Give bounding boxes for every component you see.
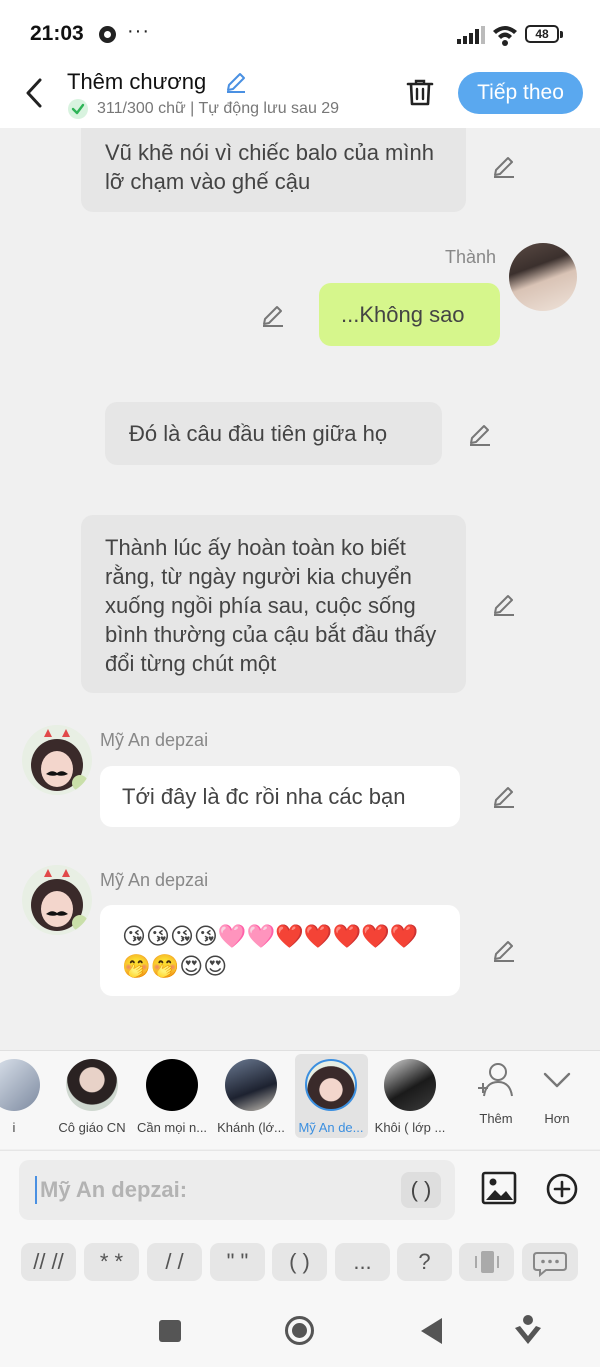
character-item[interactable]: Cô giáo CN	[56, 1057, 128, 1135]
avatar	[0, 1059, 40, 1111]
edit-message-icon[interactable]	[491, 153, 517, 179]
avatar	[225, 1059, 277, 1111]
edit-message-icon[interactable]	[491, 937, 517, 963]
quick-key[interactable]: ( )	[272, 1243, 327, 1281]
quick-key[interactable]: ?	[397, 1243, 452, 1281]
nav-back-icon[interactable]	[418, 1316, 444, 1346]
home-button[interactable]	[284, 1315, 315, 1346]
avatar[interactable]	[22, 865, 92, 935]
character-item[interactable]: i	[0, 1057, 50, 1135]
page-title: Thêm chương	[67, 69, 207, 94]
speaker-name: Mỹ An depzai	[100, 730, 209, 750]
next-button[interactable]: Tiếp theo	[458, 72, 583, 114]
character-label: Mỹ An de...	[298, 1120, 364, 1135]
signal-icon	[457, 26, 485, 44]
edit-message-icon[interactable]	[467, 421, 493, 447]
chrome-notification-icon	[99, 26, 116, 43]
avatar[interactable]	[22, 725, 92, 795]
quick-key[interactable]: / /	[147, 1243, 202, 1281]
phone-vibrate-icon	[475, 1251, 499, 1273]
speaker-name: Mỹ An depzai	[100, 870, 209, 890]
edit-message-icon[interactable]	[491, 783, 517, 809]
character-item-selected[interactable]: Mỹ An de...	[295, 1057, 367, 1135]
phone-key[interactable]	[459, 1243, 514, 1281]
add-character-button[interactable]: Thêm	[473, 1060, 519, 1126]
wifi-icon	[493, 26, 517, 46]
speaker-name: Thành	[445, 247, 497, 267]
character-label: Khôi ( lớp ...	[374, 1120, 446, 1135]
chevron-down-icon	[543, 1072, 571, 1088]
narration-bubble[interactable]: Đó là câu đầu tiên giữa họ	[105, 402, 442, 465]
character-message-bubble[interactable]: Tới đây là đc rồi nha các bạn	[100, 766, 460, 827]
parenthesis-button[interactable]: ( )	[401, 1172, 441, 1208]
add-person-icon	[478, 1063, 513, 1097]
add-character-label: Thêm	[479, 1111, 513, 1126]
battery-tip	[560, 31, 563, 38]
character-item[interactable]: Khánh (lớ...	[215, 1057, 287, 1135]
avatar	[384, 1059, 436, 1111]
edit-message-icon[interactable]	[260, 302, 286, 328]
status-time: 21:03	[30, 22, 84, 45]
own-message-bubble[interactable]: ...Không sao	[319, 283, 500, 346]
recents-button[interactable]	[159, 1320, 181, 1342]
character-label: i	[12, 1120, 16, 1135]
character-message-bubble[interactable]: 😘😘😘😘🩷🩷❤️❤️❤️❤️❤️🤭🤭😍😍	[100, 905, 460, 996]
more-notifications-icon: ···	[127, 20, 150, 42]
character-label: Khánh (lớ...	[217, 1120, 285, 1135]
avatar[interactable]	[509, 243, 577, 311]
narration-bubble[interactable]: Vũ khẽ nói vì chiếc balo của mình lỡ chạ…	[81, 128, 466, 212]
character-label: Cần mọi n...	[136, 1120, 208, 1135]
add-icon[interactable]	[545, 1172, 579, 1206]
narration-bubble[interactable]: Thành lúc ấy hoàn toàn ko biết rằng, từ …	[81, 515, 466, 693]
character-label: Cô giáo CN	[58, 1120, 126, 1135]
trash-icon[interactable]	[404, 76, 436, 108]
speech-key[interactable]	[522, 1243, 578, 1281]
expand-characters-button[interactable]: Hơn	[535, 1060, 579, 1126]
avatar	[66, 1059, 118, 1111]
check-icon	[68, 99, 88, 119]
speech-bubble-icon	[533, 1252, 567, 1278]
avatar	[305, 1059, 357, 1111]
character-item[interactable]: Cần mọi n...	[136, 1057, 208, 1135]
expand-label: Hơn	[544, 1111, 570, 1126]
edit-title-icon[interactable]	[224, 70, 248, 94]
quick-key[interactable]: // //	[21, 1243, 76, 1281]
input-placeholder: Mỹ An depzai:	[40, 1177, 188, 1202]
avatar	[146, 1059, 198, 1111]
quick-key[interactable]: ...	[335, 1243, 390, 1281]
character-item[interactable]: Khôi ( lớp ...	[374, 1057, 446, 1135]
image-icon[interactable]	[481, 1170, 517, 1206]
back-arrow-icon[interactable]	[20, 76, 50, 110]
battery-icon: 48	[525, 25, 559, 43]
edit-message-icon[interactable]	[491, 591, 517, 617]
text-cursor	[35, 1176, 37, 1204]
word-count-autosave-status: 311/300 chữ | Tự động lưu sau 29	[97, 100, 340, 117]
assistant-icon[interactable]	[513, 1314, 543, 1346]
quick-key[interactable]: " "	[210, 1243, 265, 1281]
quick-key[interactable]: * *	[84, 1243, 139, 1281]
